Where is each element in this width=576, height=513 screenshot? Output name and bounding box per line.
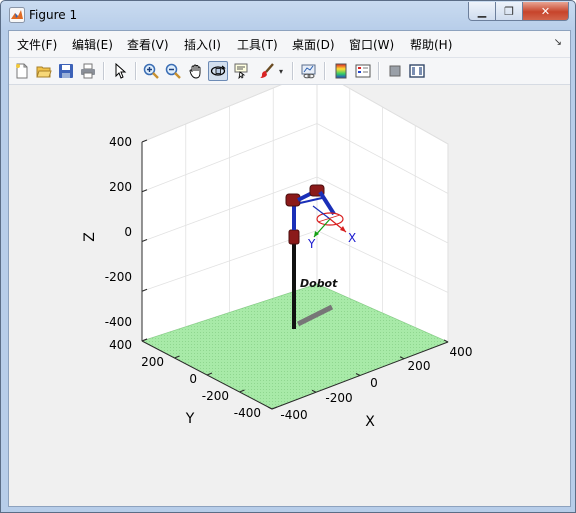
- y-tick-label: -400: [234, 406, 261, 420]
- toolbar-separator: [378, 62, 380, 80]
- data-cursor-icon: [234, 63, 248, 79]
- toolbar-separator: [103, 62, 105, 80]
- print-button[interactable]: [78, 61, 98, 81]
- legend-icon: [355, 64, 371, 78]
- figure-toolbar: ▾: [9, 58, 570, 85]
- figure-client-area: 文件(F) 编辑(E) 查看(V) 插入(I) 工具(T) 桌面(D) 窗口(W…: [8, 30, 571, 507]
- menu-tools[interactable]: 工具(T): [237, 36, 278, 53]
- x-tick-label: 200: [408, 359, 431, 373]
- x-tick-label: 0: [370, 376, 378, 390]
- toolbar-separator: [292, 62, 294, 80]
- pointer-icon: [115, 63, 127, 79]
- close-button[interactable]: ✕: [522, 2, 569, 21]
- y-tick-label: 0: [189, 372, 197, 386]
- y-tick-label: 400: [109, 338, 132, 352]
- minimize-icon: ▁: [477, 4, 487, 18]
- data-cursor-button[interactable]: [231, 61, 251, 81]
- zoom-out-button[interactable]: [163, 61, 183, 81]
- show-plot-tools-icon: [409, 64, 425, 78]
- menu-file[interactable]: 文件(F): [17, 36, 57, 53]
- frame-x-label: X: [348, 231, 356, 245]
- hide-plot-tools-button[interactable]: [385, 61, 405, 81]
- x-axis-label: X: [365, 414, 375, 430]
- brush-dropdown-button[interactable]: ▾: [275, 61, 287, 81]
- pointer-button[interactable]: [110, 61, 130, 81]
- window-title: Figure 1: [29, 8, 78, 22]
- menu-window[interactable]: 窗口(W): [349, 36, 394, 53]
- pan-icon: [189, 64, 201, 79]
- legend-button[interactable]: [353, 61, 373, 81]
- shoulder-joint: [285, 193, 301, 207]
- z-axis-label: Z: [82, 232, 98, 242]
- show-plot-tools-button[interactable]: [407, 61, 427, 81]
- new-figure-icon: [16, 63, 28, 79]
- z-tick-label: 400: [109, 135, 132, 149]
- link-plot-button[interactable]: [299, 61, 319, 81]
- minimize-button[interactable]: ▁: [468, 2, 496, 21]
- axes-3d[interactable]: 400 200 0 -200 -400 Z 400 200 0 -200 -40…: [9, 85, 570, 506]
- title-bar[interactable]: Figure 1 ▁ ❐ ✕: [1, 1, 575, 29]
- maximize-button[interactable]: ❐: [495, 2, 523, 21]
- dock-arrow-icon[interactable]: ↘: [554, 37, 562, 48]
- pan-button[interactable]: [186, 61, 206, 81]
- y-tick-label: -200: [202, 389, 229, 403]
- zoom-out-icon: [165, 63, 181, 79]
- menu-bar: 文件(F) 编辑(E) 查看(V) 插入(I) 工具(T) 桌面(D) 窗口(W…: [9, 31, 570, 58]
- x-tick-label: -200: [325, 391, 352, 405]
- x-tick-label: 400: [450, 345, 473, 359]
- close-icon: ✕: [540, 4, 551, 18]
- brush-button[interactable]: [257, 61, 277, 81]
- robot-name-label: Dobot: [300, 277, 338, 290]
- zoom-in-icon: [143, 63, 159, 79]
- z-tick-label: 200: [109, 180, 132, 194]
- link-plot-icon: [301, 64, 316, 79]
- x-tick-label: -400: [280, 408, 307, 422]
- brush-icon: [260, 63, 274, 78]
- zoom-in-button[interactable]: [141, 61, 161, 81]
- y-axis-label: Y: [185, 411, 195, 427]
- colorbar-button[interactable]: [331, 61, 351, 81]
- open-file-icon: [36, 66, 52, 78]
- hide-plot-tools-icon: [389, 65, 401, 77]
- rotate-3d-button[interactable]: [208, 61, 228, 81]
- menu-view[interactable]: 查看(V): [127, 36, 169, 53]
- menu-help[interactable]: 帮助(H): [410, 36, 452, 53]
- save-icon: [59, 64, 73, 78]
- y-tick-label: 200: [141, 355, 164, 369]
- z-tick-label: 0: [124, 225, 132, 239]
- rotate-3d-icon: [210, 65, 226, 76]
- z-tick-label: -200: [105, 270, 132, 284]
- save-button[interactable]: [56, 61, 76, 81]
- colorbar-icon: [335, 63, 347, 79]
- menu-insert[interactable]: 插入(I): [184, 36, 221, 53]
- maximize-icon: ❐: [504, 4, 514, 18]
- brush-dropdown-icon: ▾: [278, 66, 283, 76]
- toolbar-separator: [324, 62, 326, 80]
- frame-y-label: Y: [307, 237, 316, 251]
- matlab-icon: [9, 7, 25, 23]
- open-file-button[interactable]: [34, 61, 54, 81]
- print-icon: [81, 63, 95, 79]
- new-figure-button[interactable]: [12, 61, 32, 81]
- figure-window: Figure 1 ▁ ❐ ✕ 文件(F) 编辑(E) 查看(V) 插入(I) 工…: [0, 0, 576, 513]
- z-tick-label: -400: [105, 315, 132, 329]
- menu-edit[interactable]: 编辑(E): [72, 36, 113, 53]
- menu-desktop[interactable]: 桌面(D): [292, 36, 335, 53]
- toolbar-separator: [135, 62, 137, 80]
- base-joint: [288, 229, 300, 245]
